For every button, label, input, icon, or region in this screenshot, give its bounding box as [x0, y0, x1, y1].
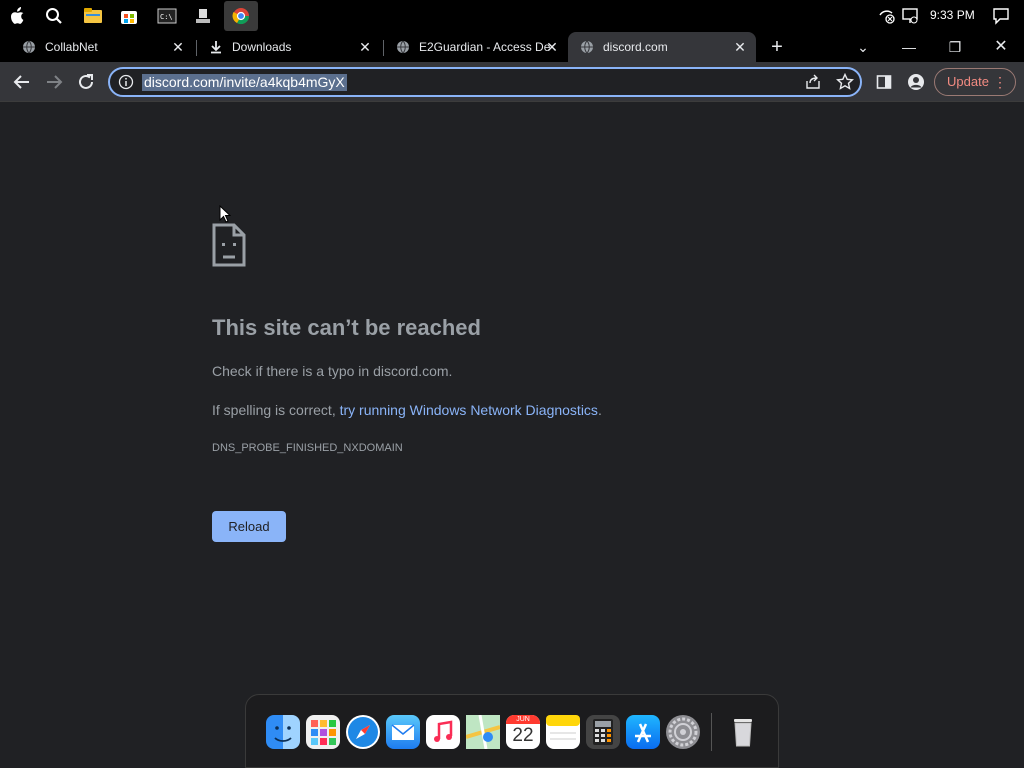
window-close-button[interactable]: ✕	[990, 36, 1012, 58]
trash-icon[interactable]	[726, 715, 760, 749]
back-button[interactable]	[10, 70, 34, 94]
browser-toolbar: discord.com/invite/a4kqb4mGyX Update ⋮	[0, 62, 1024, 102]
maps-icon[interactable]	[465, 714, 501, 750]
terminal-icon[interactable]: C:\	[156, 5, 178, 27]
close-icon[interactable]: ✕	[544, 39, 560, 55]
close-icon[interactable]: ✕	[170, 39, 186, 55]
search-icon[interactable]	[43, 5, 65, 27]
close-icon[interactable]: ✕	[732, 39, 748, 55]
dock-divider	[711, 713, 712, 751]
error-title: This site can’t be reached	[212, 315, 481, 340]
address-bar[interactable]: discord.com/invite/a4kqb4mGyX	[108, 67, 862, 97]
share-icon[interactable]	[804, 73, 822, 96]
calculator-icon[interactable]	[586, 715, 620, 749]
error-page: This site can’t be reached Check if ther…	[0, 103, 1024, 768]
update-label: Update	[947, 74, 989, 89]
calendar-icon[interactable]: JUN 22	[506, 715, 540, 749]
globe-icon	[580, 40, 594, 54]
network-drive-icon[interactable]	[192, 5, 214, 27]
music-icon[interactable]	[426, 715, 460, 749]
store-icon[interactable]	[118, 5, 140, 27]
info-icon[interactable]	[118, 74, 134, 90]
side-panel-icon[interactable]	[872, 70, 896, 94]
file-explorer-icon[interactable]	[82, 5, 104, 27]
tab-downloads[interactable]: Downloads ✕	[187, 32, 381, 62]
menu-dots-icon[interactable]: ⋮	[993, 69, 1007, 95]
minimize-button[interactable]: —	[898, 36, 920, 58]
system-preferences-icon[interactable]	[666, 715, 700, 749]
tab-collabnet[interactable]: CollabNet ✕	[0, 32, 194, 62]
restore-button[interactable]: ❐	[944, 36, 966, 58]
finder-icon[interactable]	[266, 715, 300, 749]
reload-icon[interactable]	[74, 70, 98, 94]
new-tab-button[interactable]: +	[766, 36, 788, 58]
error-suggestion: If spelling is correct, try running Wind…	[212, 402, 602, 418]
apple-icon[interactable]	[7, 5, 29, 27]
mail-icon[interactable]	[386, 715, 420, 749]
tab-e2guardian[interactable]: E2Guardian - Access De ✕	[374, 32, 568, 62]
calendar-day: 22	[512, 725, 534, 746]
svg-text:C:\: C:\	[160, 13, 173, 21]
tab-strip: CollabNet ✕ Downloads ✕ E2Guardian - Acc…	[0, 32, 1024, 62]
tab-label: E2Guardian - Access De	[419, 40, 551, 54]
notes-icon[interactable]	[546, 715, 580, 749]
error-code: DNS_PROBE_FINISHED_NXDOMAIN	[212, 442, 403, 454]
network-status-icon[interactable]	[876, 5, 898, 27]
tab-discord[interactable]: discord.com ✕	[568, 32, 756, 62]
globe-icon	[22, 40, 36, 54]
suggestion-prefix: If spelling is correct,	[212, 402, 340, 418]
url-text[interactable]: discord.com/invite/a4kqb4mGyX	[142, 74, 347, 91]
sad-file-icon	[212, 223, 246, 272]
system-bar: C:\ 9:33 PM	[0, 0, 1024, 32]
launchpad-icon[interactable]	[306, 715, 340, 749]
dock: JUN 22	[245, 694, 779, 768]
tab-label: Downloads	[232, 40, 292, 54]
display-icon[interactable]	[899, 5, 921, 27]
update-button[interactable]: Update ⋮	[934, 68, 1016, 96]
tab-label: discord.com	[603, 40, 668, 54]
mouse-cursor-icon	[219, 204, 232, 228]
diagnostics-link[interactable]: try running Windows Network Diagnostics	[340, 402, 598, 418]
forward-button[interactable]	[42, 70, 66, 94]
close-icon[interactable]: ✕	[357, 39, 373, 55]
notification-icon[interactable]	[990, 5, 1012, 27]
system-clock[interactable]: 9:33 PM	[930, 8, 975, 22]
safari-icon[interactable]	[346, 715, 380, 749]
profile-icon[interactable]	[904, 70, 928, 94]
bookmark-star-icon[interactable]	[835, 72, 855, 96]
error-hint: Check if there is a typo in discord.com.	[212, 363, 453, 379]
calendar-month: JUN	[506, 715, 540, 724]
globe-icon	[396, 40, 410, 54]
chrome-taskbar-icon[interactable]	[224, 1, 258, 31]
tab-search-chevron-icon[interactable]: ⌄	[852, 36, 874, 58]
reload-button[interactable]: Reload	[212, 511, 286, 542]
suggestion-suffix: .	[597, 402, 602, 418]
app-store-icon[interactable]	[626, 715, 660, 749]
tab-label: CollabNet	[45, 40, 98, 54]
download-icon	[209, 40, 223, 54]
